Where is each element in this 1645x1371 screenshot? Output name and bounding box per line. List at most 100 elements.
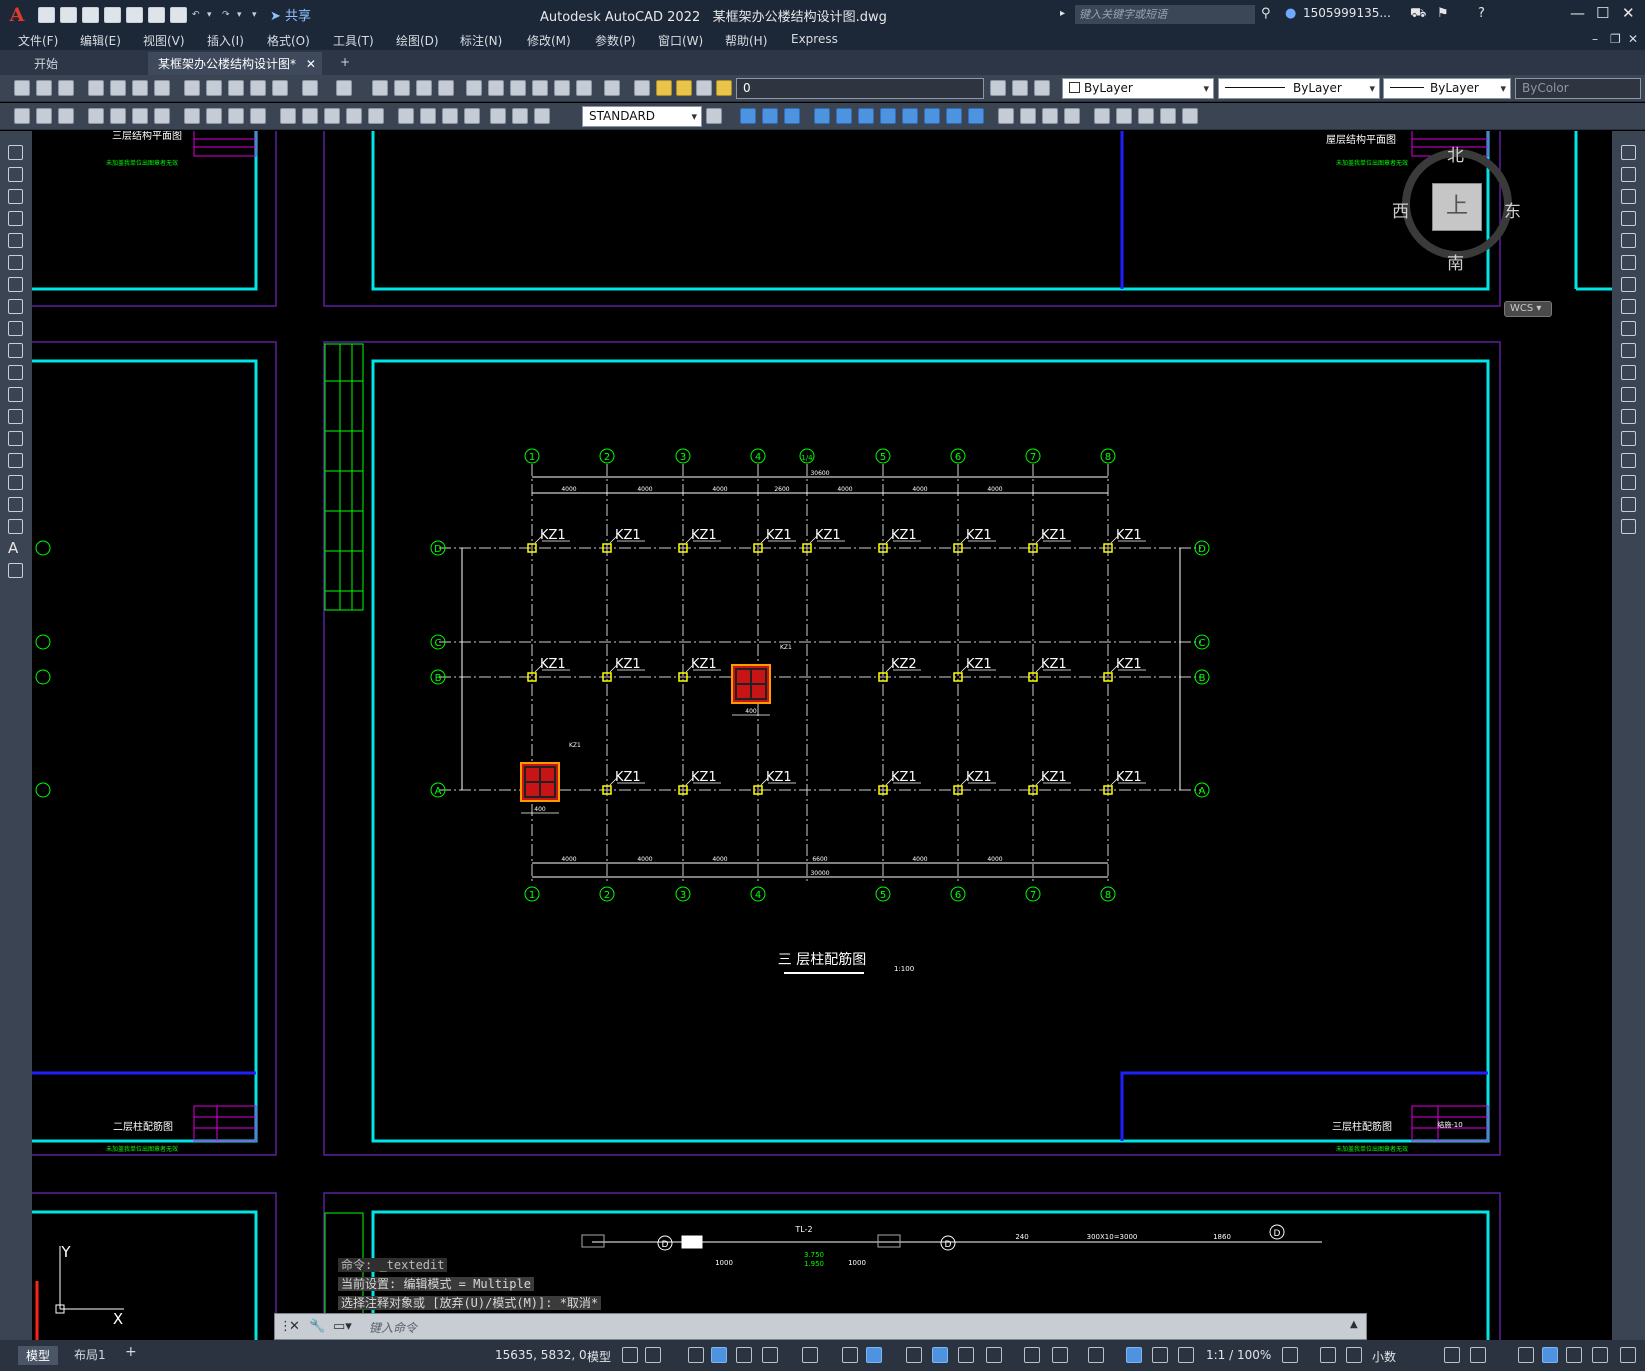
tab-close-icon[interactable]: ✕ xyxy=(306,57,316,71)
save-as-icon[interactable] xyxy=(104,6,121,23)
copy-object-icon[interactable] xyxy=(1621,167,1636,182)
select-similar-icon[interactable] xyxy=(968,108,984,124)
table-style-icon[interactable] xyxy=(58,108,74,124)
paste-icon[interactable] xyxy=(228,80,244,96)
ref-close-icon[interactable] xyxy=(1182,108,1198,124)
command-input[interactable]: 键入命令 xyxy=(369,1319,417,1336)
line-icon[interactable] xyxy=(8,145,23,160)
attribute-edit-icon[interactable] xyxy=(1020,108,1036,124)
quickcalc-icon[interactable] xyxy=(576,80,592,96)
draworder-back-icon[interactable] xyxy=(762,108,778,124)
layer-dropdown[interactable]: 0 xyxy=(736,78,984,99)
new-tab-icon[interactable]: + xyxy=(330,52,360,75)
customize-qat-icon[interactable]: ▾ xyxy=(252,7,262,23)
history-expand-icon[interactable]: ▲ xyxy=(1350,1319,1358,1330)
auto-scale-icon[interactable] xyxy=(1152,1347,1168,1363)
zoom-realtime-icon[interactable] xyxy=(394,80,410,96)
maximize-icon[interactable]: ☐ xyxy=(1596,4,1609,22)
center-mark-icon[interactable] xyxy=(420,108,436,124)
dynamic-ucs-icon[interactable] xyxy=(842,1347,858,1363)
menu-draw[interactable]: 绘图(D) xyxy=(396,32,439,49)
gradient-icon[interactable] xyxy=(8,475,23,490)
search-icon[interactable]: ⚲ xyxy=(1261,6,1271,21)
3d-osnap-icon[interactable] xyxy=(986,1347,1002,1363)
design-center-icon[interactable] xyxy=(488,80,504,96)
gizmo-icon[interactable] xyxy=(1088,1347,1104,1363)
units-icon[interactable] xyxy=(1346,1347,1362,1363)
help-tb-icon[interactable] xyxy=(604,80,620,96)
doc-restore-icon[interactable]: ❐ xyxy=(1610,32,1621,46)
open-file-icon[interactable] xyxy=(60,6,77,23)
fillet-icon[interactable] xyxy=(1621,475,1636,490)
layer-freeze-icon[interactable] xyxy=(676,80,692,96)
angular-dim-icon[interactable] xyxy=(250,108,266,124)
rectangle-icon[interactable] xyxy=(8,233,23,248)
point-icon[interactable] xyxy=(8,431,23,446)
lineweight-dropdown[interactable]: ByLayer xyxy=(1383,78,1511,99)
graphics-performance-icon[interactable] xyxy=(1566,1347,1582,1363)
dim-style-icon[interactable] xyxy=(36,108,52,124)
open-sheet-icon[interactable] xyxy=(126,6,143,23)
snap-mode-icon[interactable] xyxy=(645,1347,661,1363)
circle-icon[interactable] xyxy=(8,277,23,292)
join-icon[interactable] xyxy=(1621,431,1636,446)
group-selection-icon[interactable] xyxy=(880,108,896,124)
tab-drawing[interactable]: 某框架办公楼结构设计图* ✕ xyxy=(148,52,322,75)
compass-south[interactable]: 南 xyxy=(1447,249,1464,274)
chamfer-icon[interactable] xyxy=(1621,453,1636,468)
tab-model[interactable]: 模型 xyxy=(18,1346,59,1365)
region-icon[interactable] xyxy=(8,497,23,512)
layer-properties-icon[interactable] xyxy=(634,80,650,96)
offset-icon[interactable] xyxy=(1621,211,1636,226)
recent-commands-icon[interactable]: ▭▾ xyxy=(333,1319,352,1334)
lineweight-icon[interactable] xyxy=(906,1347,922,1363)
polyline-icon[interactable] xyxy=(8,189,23,204)
ref-remove-icon[interactable] xyxy=(1138,108,1154,124)
hatch-icon[interactable] xyxy=(8,453,23,468)
object-snap-tracking-icon[interactable] xyxy=(802,1347,818,1363)
scale-icon[interactable] xyxy=(1621,299,1636,314)
blend-curves-icon[interactable] xyxy=(1621,497,1636,512)
annotation-scale-icon[interactable] xyxy=(1178,1347,1194,1363)
sheet-set-icon[interactable] xyxy=(532,80,548,96)
close-icon[interactable]: ✕ xyxy=(1622,4,1635,22)
zoom-window-icon[interactable] xyxy=(416,80,432,96)
redo-tb-icon[interactable] xyxy=(336,80,352,96)
transparency-icon[interactable] xyxy=(932,1347,948,1363)
group-edit-icon[interactable] xyxy=(858,108,874,124)
annotation-monitor-icon[interactable] xyxy=(1320,1347,1336,1363)
object-snap-icon[interactable] xyxy=(866,1347,882,1363)
user-account[interactable]: 1505999135... xyxy=(1303,6,1391,20)
hide-objects-icon[interactable] xyxy=(924,108,940,124)
save-tb-icon[interactable] xyxy=(58,80,74,96)
insert-block-icon[interactable] xyxy=(8,387,23,402)
aligned-dim-icon[interactable] xyxy=(110,108,126,124)
help-icon[interactable]: ? xyxy=(1478,6,1485,21)
annotation-visibility-icon[interactable] xyxy=(1126,1347,1142,1363)
ellipse-icon[interactable] xyxy=(8,343,23,358)
isolate-objects-icon[interactable] xyxy=(1518,1347,1534,1363)
print-icon[interactable] xyxy=(88,80,104,96)
new-file-icon[interactable] xyxy=(38,6,55,23)
arc-icon[interactable] xyxy=(8,255,23,270)
autodesk-app-icon[interactable]: ⚑ xyxy=(1437,6,1449,21)
open-icon[interactable] xyxy=(36,80,52,96)
drawing-canvas[interactable]: 三层结构平面图 屋层结构平面图 二层柱配筋图 三层柱配筋图 结施-10 未加盖我… xyxy=(32,131,1612,1340)
copy-icon[interactable] xyxy=(206,80,222,96)
redo-icon[interactable]: ↷ xyxy=(222,7,232,23)
viewcube[interactable]: 上 北 南 东 西 xyxy=(1392,141,1521,274)
model-space-toggle[interactable]: 模型 xyxy=(587,1348,611,1365)
markup-icon[interactable] xyxy=(554,80,570,96)
units-value[interactable]: 小数 xyxy=(1372,1348,1396,1365)
redo-dropdown-icon[interactable]: ▾ xyxy=(237,7,247,23)
sync-icon[interactable] xyxy=(1064,108,1080,124)
layer-lock-icon[interactable] xyxy=(716,80,732,96)
menu-help[interactable]: 帮助(H) xyxy=(725,32,767,49)
tolerance-icon[interactable] xyxy=(398,108,414,124)
search-expand-icon[interactable]: ▸ xyxy=(1060,8,1065,19)
zoom-previous-icon[interactable] xyxy=(438,80,454,96)
doc-minimize-icon[interactable]: – xyxy=(1592,32,1598,46)
add-layout-button[interactable]: + xyxy=(125,1344,137,1360)
menu-parametric[interactable]: 参数(P) xyxy=(595,32,636,49)
menu-tools[interactable]: 工具(T) xyxy=(333,32,374,49)
